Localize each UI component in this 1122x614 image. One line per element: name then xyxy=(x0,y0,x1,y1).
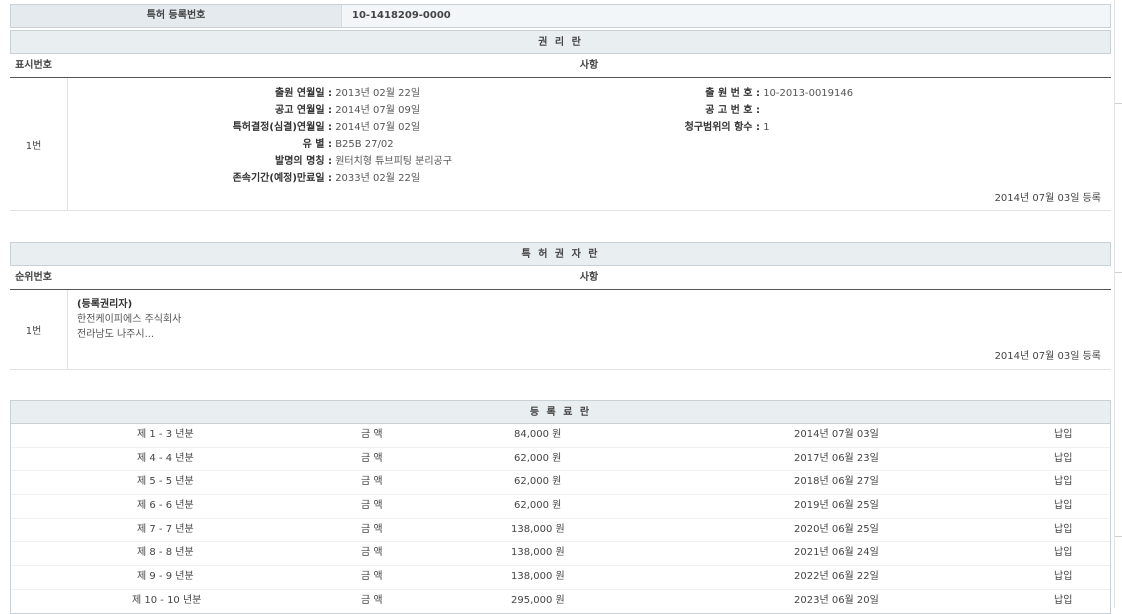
rights-fields-right: 출 원 번 호 : 10-2013-0019146 공 고 번 호 : 청구범위… xyxy=(610,85,1010,136)
fee-amount: 62,000 원 xyxy=(514,471,561,494)
field-invention-title: 발명의 명칭 : 원터치형 튜브피팅 분리공구 xyxy=(67,153,667,170)
edge-tick xyxy=(1115,103,1122,104)
row-number: 1번 xyxy=(0,290,67,369)
owner-address: 전라남도 나주시... xyxy=(77,327,181,342)
fee-date: 2022년 06월 22일 xyxy=(794,566,879,589)
col-header-rank: 순위번호 xyxy=(0,266,67,290)
owner-section-title: 특 허 권 자 란 xyxy=(10,242,1111,266)
right-edge-rule xyxy=(1114,0,1115,608)
fee-label: 금 액 xyxy=(361,566,383,589)
fee-date: 2017년 06월 23일 xyxy=(794,448,879,471)
fee-period: 제 6 - 6 년분 xyxy=(137,495,194,518)
fee-amount: 295,000 원 xyxy=(511,590,565,613)
owner-table-header: 순위번호 사항 xyxy=(10,266,1111,290)
fee-amount: 138,000 원 xyxy=(511,519,565,542)
fee-date: 2023년 06월 20일 xyxy=(794,590,879,613)
fee-label: 금 액 xyxy=(361,495,383,518)
owner-type: (등록권리자) xyxy=(77,297,181,312)
registration-number-bar: 특허 등록번호 10-1418209-0000 xyxy=(10,4,1111,28)
owner-details: (등록권리자) 한전케이피에스 주식회사 전라남도 나주시... xyxy=(77,297,181,342)
fee-status: 납입 xyxy=(1054,495,1072,518)
fee-status: 납입 xyxy=(1054,542,1072,565)
fee-period: 제 4 - 4 년분 xyxy=(137,448,194,471)
fee-row: 제 5 - 5 년분 금 액 62,000 원 2018년 06월 27일 납입 xyxy=(11,471,1110,495)
field-application-number: 출 원 번 호 : 10-2013-0019146 xyxy=(610,85,1010,102)
registration-number-value: 10-1418209-0000 xyxy=(341,5,1110,27)
field-decision-date: 특허결정(심결)연월일 : 2014년 07월 02일 xyxy=(67,119,667,136)
fee-label: 금 액 xyxy=(361,424,383,447)
rights-row: 1번 출원 연월일 : 2013년 02월 22일 공고 연월일 : 2014년… xyxy=(10,78,1111,211)
fee-table: 제 1 - 3 년분 금 액 84,000 원 2014년 07월 03일 납입… xyxy=(10,424,1111,614)
fee-period: 제 10 - 10 년분 xyxy=(132,590,201,613)
field-expiry-date: 존속기간(예정)만료일 : 2033년 02월 22일 xyxy=(67,170,667,187)
fee-label: 금 액 xyxy=(361,471,383,494)
owner-registered-date: 2014년 07월 03일 등록 xyxy=(995,347,1101,362)
fee-date: 2020년 06월 25일 xyxy=(794,519,879,542)
field-classification: 유 별 : B25B 27/02 xyxy=(67,136,667,153)
fee-row: 제 4 - 4 년분 금 액 62,000 원 2017년 06월 23일 납입 xyxy=(11,448,1110,472)
rights-fields-left: 출원 연월일 : 2013년 02월 22일 공고 연월일 : 2014년 07… xyxy=(67,85,667,187)
fee-date: 2018년 06월 27일 xyxy=(794,471,879,494)
edge-tick xyxy=(1115,536,1122,537)
field-publication-number: 공 고 번 호 : xyxy=(610,102,1010,119)
fee-status: 납입 xyxy=(1054,519,1072,542)
fee-status: 납입 xyxy=(1054,590,1072,613)
field-application-date: 출원 연월일 : 2013년 02월 22일 xyxy=(67,85,667,102)
fee-section: 등 록 료 란 제 1 - 3 년분 금 액 84,000 원 2014년 07… xyxy=(10,400,1111,614)
fee-period: 제 7 - 7 년분 xyxy=(137,519,194,542)
col-header-number: 표시번호 xyxy=(0,54,67,78)
fee-status: 납입 xyxy=(1054,566,1072,589)
fee-row: 제 8 - 8 년분 금 액 138,000 원 2021년 06월 24일 납… xyxy=(11,542,1110,566)
fee-period: 제 5 - 5 년분 xyxy=(137,471,194,494)
fee-row: 제 7 - 7 년분 금 액 138,000 원 2020년 06월 25일 납… xyxy=(11,519,1110,543)
fee-amount: 138,000 원 xyxy=(511,542,565,565)
rights-table-header: 표시번호 사항 xyxy=(10,54,1111,78)
fee-amount: 62,000 원 xyxy=(514,448,561,471)
fee-status: 납입 xyxy=(1054,424,1072,447)
fee-status: 납입 xyxy=(1054,471,1072,494)
fee-period: 제 1 - 3 년분 xyxy=(137,424,194,447)
owner-section: 특 허 권 자 란 순위번호 사항 1번 (등록권리자) 한전케이피에스 주식회… xyxy=(10,242,1111,370)
fee-label: 금 액 xyxy=(361,519,383,542)
col-header-matter: 사항 xyxy=(67,266,1111,290)
fee-row: 제 1 - 3 년분 금 액 84,000 원 2014년 07월 03일 납입 xyxy=(11,424,1110,448)
fee-date: 2021년 06월 24일 xyxy=(794,542,879,565)
field-claim-count: 청구범위의 항수 : 1 xyxy=(610,119,1010,136)
fee-row: 제 9 - 9 년분 금 액 138,000 원 2022년 06월 22일 납… xyxy=(11,566,1110,590)
rights-registered-date: 2014년 07월 03일 등록 xyxy=(995,189,1101,204)
rights-section: 권 리 란 표시번호 사항 1번 출원 연월일 : 2013년 02월 22일 … xyxy=(10,30,1111,211)
fee-date: 2019년 06월 25일 xyxy=(794,495,879,518)
owner-row: 1번 (등록권리자) 한전케이피에스 주식회사 전라남도 나주시... 2014… xyxy=(10,290,1111,370)
fee-row: 제 6 - 6 년분 금 액 62,000 원 2019년 06월 25일 납입 xyxy=(11,495,1110,519)
fee-label: 금 액 xyxy=(361,448,383,471)
fee-row: 제 10 - 10 년분 금 액 295,000 원 2023년 06월 20일… xyxy=(11,590,1110,613)
fee-period: 제 9 - 9 년분 xyxy=(137,566,194,589)
row-number: 1번 xyxy=(0,78,67,210)
fee-period: 제 8 - 8 년분 xyxy=(137,542,194,565)
fee-amount: 84,000 원 xyxy=(514,424,561,447)
fee-date: 2014년 07월 03일 xyxy=(794,424,879,447)
fee-section-title: 등 록 료 란 xyxy=(10,400,1111,424)
field-publication-date: 공고 연월일 : 2014년 07월 09일 xyxy=(67,102,667,119)
rights-section-title: 권 리 란 xyxy=(10,30,1111,54)
fee-label: 금 액 xyxy=(361,542,383,565)
fee-label: 금 액 xyxy=(361,590,383,613)
fee-amount: 62,000 원 xyxy=(514,495,561,518)
edge-tick xyxy=(1115,272,1122,273)
owner-name: 한전케이피에스 주식회사 xyxy=(77,312,181,327)
col-header-matter: 사항 xyxy=(67,54,1111,78)
registration-number-label: 특허 등록번호 xyxy=(11,5,341,27)
fee-amount: 138,000 원 xyxy=(511,566,565,589)
fee-status: 납입 xyxy=(1054,448,1072,471)
